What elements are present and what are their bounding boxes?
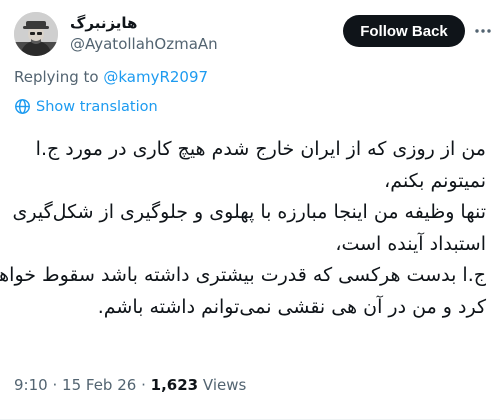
views-label: Views [202,376,247,394]
tweet-text-line: نمیتونم بکنم، [384,169,486,192]
views-count: 1,623 [150,376,199,394]
meta-separator: · [52,376,58,394]
more-options-button[interactable] [472,20,494,42]
author-handle[interactable]: @AyatollahOzmaAn [70,35,218,53]
reply-context-prefix: Replying to [14,68,104,86]
tweet-text-line: ج.ا بدست هرکسی که قدرت بیشتری داشته باشد… [0,264,486,286]
tweet-text-line: کرد و من در آن هی نقشی نمی‌توانم داشته ب… [97,295,486,318]
tweet-text-line: استبداد آینده است، [335,232,486,255]
globe-icon [15,99,30,114]
tweet-text-line: تنها وظیفه من اینجا مبارزه با پهلوی و جل… [12,201,486,223]
profile-photo-icon [14,12,58,56]
reply-mention-link[interactable]: @kamyR2097 [103,68,208,86]
tweet-text-line: من از روزی که از ایران خارج شدم هیچ کاری… [35,138,486,160]
reply-context: Replying to @kamyR2097 [14,68,208,86]
follow-back-button[interactable]: Follow Back [343,15,465,47]
tweet-time[interactable]: 9:10 [14,376,48,394]
more-horizontal-icon [475,29,491,33]
tweet-card: هایزنبرگ @AyatollahOzmaAn Follow Back Re… [0,0,500,420]
tweet-date[interactable]: 15 Feb 26 [62,376,136,394]
show-translation-label: Show translation [36,98,158,115]
meta-separator: · [141,376,146,394]
tweet-text: من از روزی که از ایران خارج شدم هیچ کاری… [0,134,486,323]
author-display-name[interactable]: هایزنبرگ [70,14,137,32]
show-translation-button[interactable]: Show translation [14,98,158,115]
avatar[interactable] [14,12,58,56]
tweet-meta: 9:10 · 15 Feb 26 · 1,623 Views [14,376,246,394]
